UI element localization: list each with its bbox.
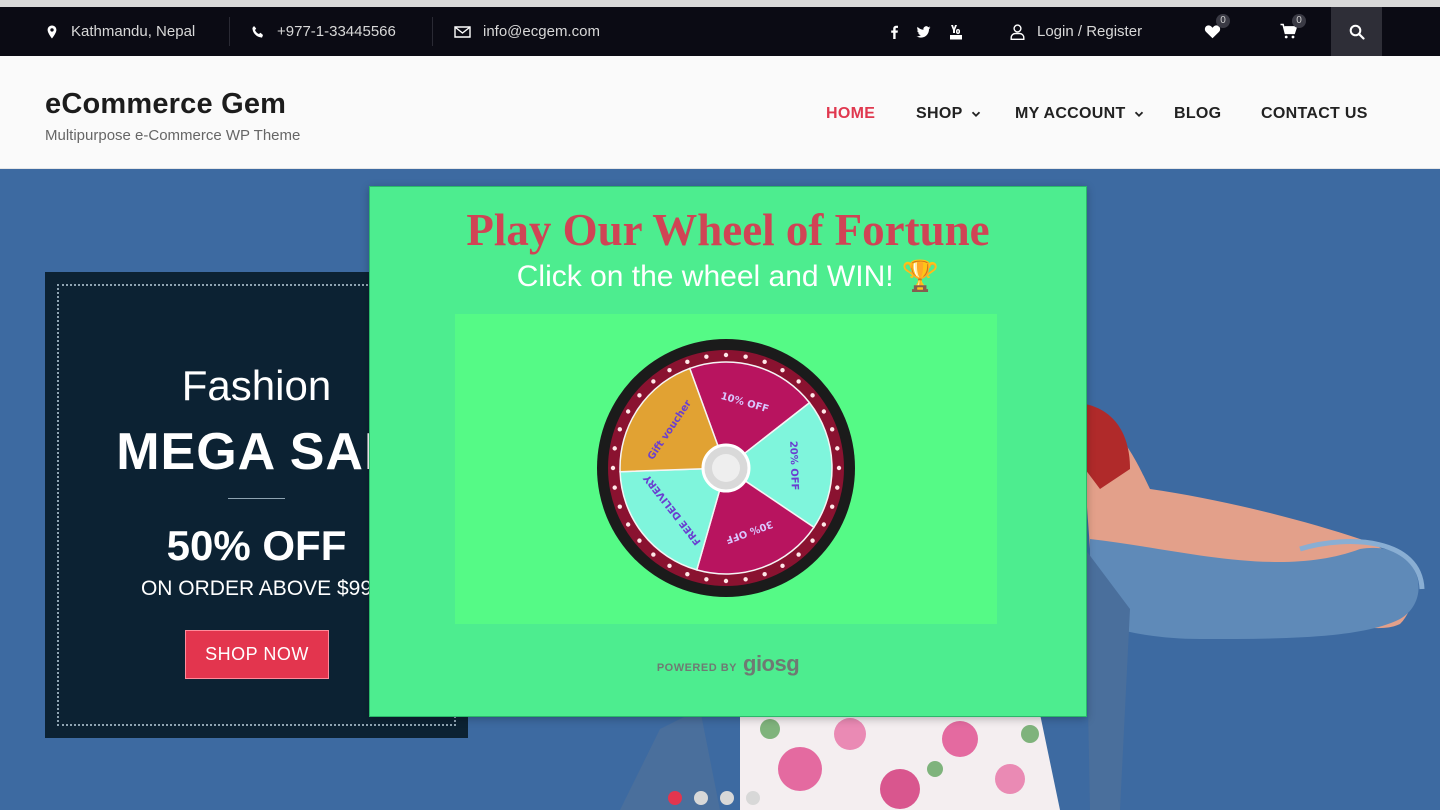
wheel-light [704, 577, 709, 582]
wheel-container[interactable]: 10% OFF 20% OFF 30% OFF FREE DELIVERY Gift v… [455, 314, 997, 624]
powered-by-label: POWERED BY [656, 662, 737, 674]
facebook-icon [891, 25, 898, 39]
wheel-light [762, 571, 767, 577]
wheel-light [780, 563, 785, 569]
wishlist-count-badge: 0 [1216, 14, 1230, 28]
twitter-link[interactable] [916, 7, 931, 56]
wheel-light [637, 538, 642, 543]
wheel-light [762, 359, 767, 365]
wheel-light [821, 409, 827, 414]
wheel-light [612, 446, 617, 451]
fortune-wheel[interactable]: 10% OFF20% OFF30% OFFFREE DELIVERYGift v… [455, 314, 997, 624]
login-register-link[interactable]: Login / Register [1010, 7, 1142, 56]
wheel-light [723, 578, 729, 584]
wheel-light [743, 577, 748, 582]
popup-title: Play Our Wheel of Fortune [466, 205, 990, 255]
topbar-divider [432, 17, 433, 46]
chevron-down-icon [971, 111, 980, 117]
site-title[interactable]: eCommerce Gem [45, 88, 286, 121]
twitter-icon [916, 25, 931, 38]
slider-dots [668, 791, 760, 805]
location-info: Kathmandu, Nepal [45, 7, 195, 56]
youtube-icon [950, 24, 962, 39]
nav-contact-us-label: CONTACT US [1261, 105, 1368, 122]
wheel-light [651, 552, 656, 557]
wheel-light [829, 504, 835, 509]
slider-dot-3[interactable] [720, 791, 734, 805]
envelope-icon [454, 25, 471, 38]
user-icon [1010, 23, 1025, 40]
nav-home-label: HOME [826, 105, 876, 122]
wheel-light [836, 465, 842, 471]
wheel-light [625, 409, 631, 414]
slider-dot-4[interactable] [746, 791, 760, 805]
wheel-light [651, 379, 656, 384]
nav-contact-us[interactable]: CONTACT US [1261, 104, 1368, 124]
search-icon [1349, 24, 1365, 40]
cart-button[interactable]: 0 [1280, 14, 1306, 41]
wheel-light [612, 485, 617, 490]
wheel-light [743, 354, 748, 359]
wheel-light [835, 446, 840, 451]
slider-dot-2[interactable] [694, 791, 708, 805]
popup-subtitle: Click on the wheel and WIN! 🏆 [516, 260, 940, 293]
search-button[interactable] [1331, 7, 1382, 56]
wheel-light [835, 485, 840, 490]
topbar-divider [229, 17, 230, 46]
nav-blog-label: BLOG [1174, 105, 1222, 122]
login-register-text: Login / Register [1037, 23, 1143, 40]
wheel-light [685, 571, 690, 577]
wheel-light [810, 393, 815, 398]
wheel-light [667, 367, 672, 373]
wheel-light [821, 522, 827, 527]
nav-shop-label: SHOP [916, 105, 963, 122]
nav-my-account-label: MY ACCOUNT [1015, 105, 1126, 122]
wheel-light [829, 427, 835, 432]
wheel-light [780, 367, 785, 373]
wheel-light [685, 359, 690, 365]
wheel-light [796, 379, 801, 384]
email-info[interactable]: info@ecgem.com [454, 7, 600, 56]
wheel-light [723, 352, 729, 358]
wheel-light [617, 504, 623, 509]
facebook-link[interactable] [888, 7, 901, 56]
wheel-light [617, 427, 623, 432]
top-bar: Kathmandu, Nepal +977-1-33445566 info@ec… [0, 7, 1440, 56]
youtube-link[interactable] [948, 7, 964, 56]
wheel-light [637, 393, 642, 398]
location-text: Kathmandu, Nepal [71, 23, 196, 40]
wheel-hub-center [712, 454, 740, 482]
powered-by[interactable]: POWERED BY giosg [370, 651, 1086, 677]
phone-info[interactable]: +977-1-33445566 [251, 7, 396, 56]
site-tagline: Multipurpose e-Commerce WP Theme [45, 127, 301, 144]
shop-now-button[interactable]: SHOP NOW [185, 630, 329, 679]
wheel-light [625, 522, 631, 527]
wheel-light [610, 465, 616, 471]
giosg-logo: giosg [743, 651, 800, 676]
nav-blog[interactable]: BLOG [1174, 104, 1221, 124]
promo-divider [228, 498, 285, 499]
nav-shop[interactable]: SHOP [916, 104, 981, 124]
wheel-light [704, 354, 709, 359]
slider-dot-1[interactable] [668, 791, 682, 805]
wheel-of-fortune-popup: Play Our Wheel of Fortune Click on the w… [369, 186, 1087, 717]
email-text: info@ecgem.com [483, 23, 600, 40]
wheel-segment-label: 20% OFF [787, 441, 800, 491]
phone-text: +977-1-33445566 [277, 23, 396, 40]
chevron-down-icon [1134, 111, 1143, 117]
phone-icon [252, 25, 263, 38]
wheel-light [667, 563, 672, 569]
wheel-light [810, 538, 815, 543]
wheel-light [796, 552, 801, 557]
map-pin-icon [47, 25, 57, 38]
nav-my-account[interactable]: MY ACCOUNT [1015, 104, 1144, 124]
browser-strip [0, 0, 1440, 7]
wishlist-button[interactable]: 0 [1204, 14, 1230, 41]
site-header: eCommerce Gem Multipurpose e-Commerce WP… [0, 56, 1440, 169]
nav-home[interactable]: HOME [826, 104, 875, 124]
cart-count-badge: 0 [1292, 14, 1306, 28]
